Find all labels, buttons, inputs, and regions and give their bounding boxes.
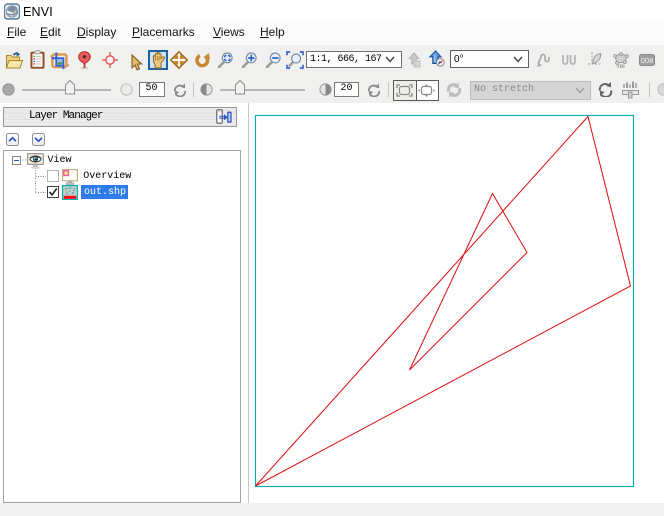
svg-text:008: 008 — [641, 56, 654, 65]
svg-text:roi: roi — [617, 64, 625, 68]
